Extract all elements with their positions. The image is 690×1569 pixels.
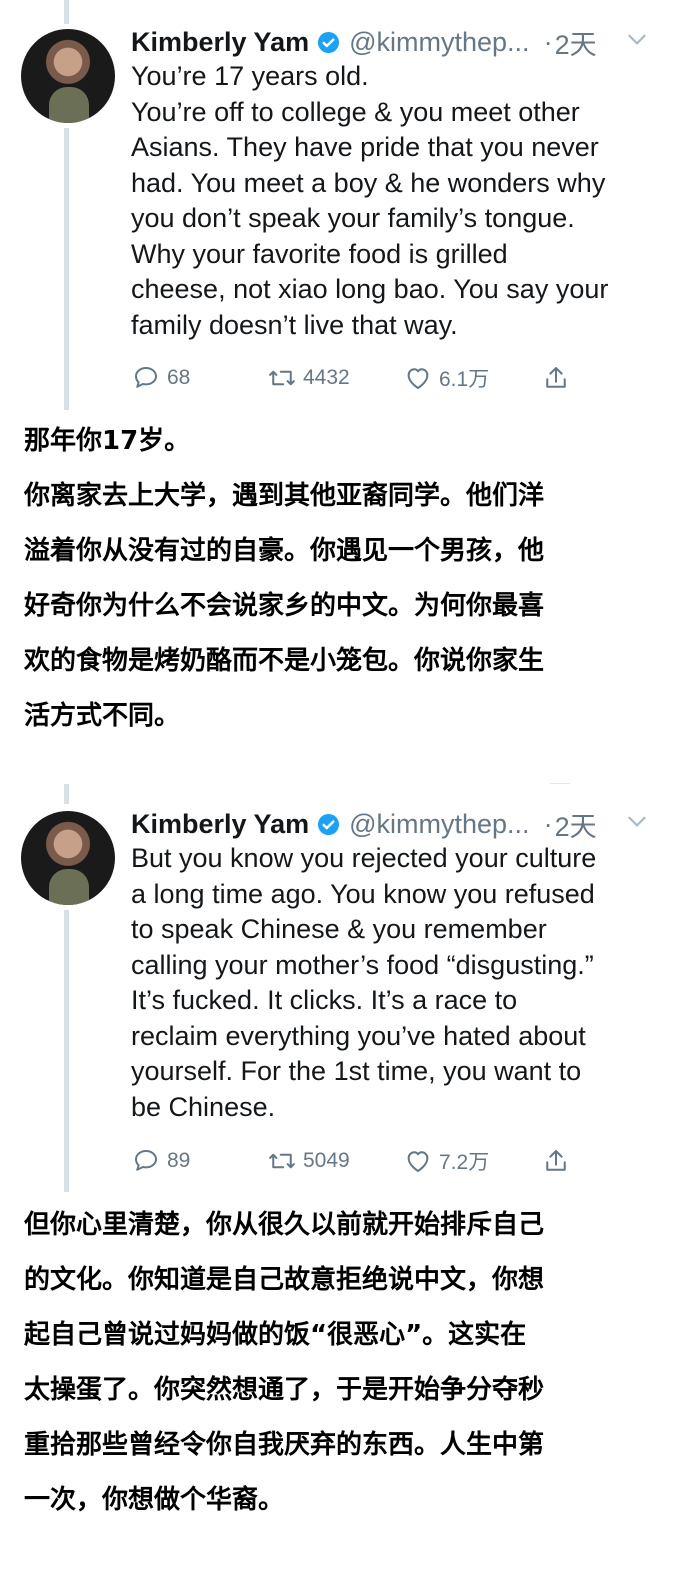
tweet-line: be Chinese. <box>131 1091 276 1122</box>
tweet-line: family doesn’t live that way. <box>131 309 458 340</box>
tweet-line: It’s fucked. It clicks. It’s a race to <box>131 985 518 1015</box>
tweet-line: a long time ago. You know you refused <box>131 878 595 909</box>
retweet-button[interactable]: 5049 <box>267 1146 350 1176</box>
translation-line: 欢的食物是烤奶酪而不是小笼包。你说你家生 <box>24 646 545 676</box>
like-button[interactable]: 7.2万 <box>403 1146 489 1176</box>
tweet-line: reclaim everything you’ve hated about <box>131 1020 586 1051</box>
tweet-line: yourself. For the 1st time, you want to <box>131 1056 582 1086</box>
translation-line: 你离家去上大学，遇到其他亚裔同学。他们洋 <box>24 481 545 511</box>
tweet-line: Why your favorite food is grilled <box>131 238 508 269</box>
translation-block-1: 那年你17岁。 你离家去上大学，遇到其他亚裔同学。他们洋 溢着你从没有过的自豪。… <box>24 414 670 744</box>
translation-line: 一次，你想做个华裔。 <box>24 1485 285 1515</box>
thread-line-bottom <box>64 910 69 1192</box>
chevron-down-icon[interactable] <box>624 26 650 52</box>
verified-badge-icon <box>318 31 340 53</box>
tweet-actions: 68 4432 6.1万 <box>131 359 581 397</box>
tweet-timestamp[interactable]: 2天 <box>555 23 597 62</box>
heart-icon <box>407 368 429 389</box>
translation-block-2: 但你心里清楚，你从很久以前就开始排斥自己 的文化。你知道是自己故意拒绝说中文，你… <box>24 1198 670 1528</box>
translation-line: 重拾那些曾经令你自我厌弃的东西。人生中第 <box>24 1430 545 1460</box>
share-button[interactable] <box>541 1146 571 1176</box>
tweet-text: But you know you rejected your culture a… <box>131 841 661 1125</box>
thread-line-top <box>64 0 69 24</box>
translation-line: 好奇你为什么不会说家乡的中文。为何你最喜 <box>24 591 545 621</box>
thread-line-top <box>64 784 69 804</box>
share-icon <box>546 1150 566 1171</box>
like-count: 6.1万 <box>439 368 490 391</box>
tweet-card-2[interactable]: Kimberly Yam @kimmythep... · 2天 But you … <box>0 784 690 1194</box>
thread-line-bottom <box>64 128 69 410</box>
tweet-line: Asians. They have pride that you never <box>131 132 599 162</box>
reply-icon <box>135 367 157 388</box>
tweet-text: You’re 17 years old. You’re off to colle… <box>131 59 661 343</box>
tweet-line: You’re 17 years old. <box>131 61 369 91</box>
author-name[interactable]: Kimberly Yam <box>131 27 309 58</box>
translation-line: 的文化。你知道是自己故意拒绝说中文，你想 <box>24 1265 545 1295</box>
tweet-line: to speak Chinese & you remember <box>131 914 547 944</box>
heart-icon <box>407 1151 429 1172</box>
translation-line: 活方式不同。 <box>24 701 181 731</box>
translation-line: 起自己曾说过妈妈做的饭“很恶心”。这实在 <box>24 1320 527 1350</box>
chevron-down-icon[interactable] <box>624 808 650 834</box>
translation-line: 但你心里清楚，你从很久以前就开始排斥自己 <box>24 1210 545 1240</box>
tweet-line: had. You meet a boy & he wonders why <box>131 167 606 198</box>
tweet-line: you don’t speak your family’s tongue. <box>131 203 575 233</box>
avatar[interactable] <box>21 29 115 123</box>
author-handle[interactable]: @kimmythep... <box>349 27 529 58</box>
retweet-count: 4432 <box>303 366 350 389</box>
separator-dot: · <box>543 808 553 839</box>
translation-line: 那年你17岁。 <box>24 426 191 456</box>
tweet-line: cheese, not xiao long bao. You say your <box>131 274 609 304</box>
avatar[interactable] <box>21 811 115 905</box>
author-handle[interactable]: @kimmythep... <box>349 809 529 840</box>
tweet-header: Kimberly Yam @kimmythep... · 2天 <box>131 804 650 844</box>
share-button[interactable] <box>541 363 571 393</box>
retweet-button[interactable]: 4432 <box>267 363 350 393</box>
author-name[interactable]: Kimberly Yam <box>131 809 309 840</box>
reply-count: 68 <box>167 366 191 389</box>
tweet-timestamp[interactable]: 2天 <box>555 805 597 844</box>
reply-count: 89 <box>167 1149 191 1172</box>
retweet-icon <box>269 370 295 386</box>
tweet-line: calling your mother’s food “disgusting.” <box>131 949 594 980</box>
retweet-icon <box>269 1153 295 1169</box>
like-button[interactable]: 6.1万 <box>403 363 489 393</box>
reply-icon <box>135 1150 157 1171</box>
verified-badge-icon <box>318 813 340 835</box>
separator-dot: · <box>543 26 553 57</box>
reply-button[interactable]: 89 <box>131 1146 190 1176</box>
tweet-card-1[interactable]: Kimberly Yam @kimmythep... · 2天 You’re 1… <box>0 0 690 410</box>
translation-line: 太操蛋了。你突然想通了，于是开始争分夺秒 <box>24 1375 545 1405</box>
reply-button[interactable]: 68 <box>131 363 190 393</box>
tweet-header: Kimberly Yam @kimmythep... · 2天 <box>131 22 650 62</box>
tweet-line: You’re off to college & you meet other <box>131 96 580 127</box>
translation-line: 溢着你从没有过的自豪。你遇见一个男孩，他 <box>24 536 545 566</box>
share-icon <box>546 367 566 388</box>
like-count: 7.2万 <box>439 1151 490 1174</box>
tweet-line: But you know you rejected your culture <box>131 843 597 873</box>
retweet-count: 5049 <box>303 1149 350 1172</box>
tweet-actions: 89 5049 7.2万 <box>131 1142 581 1180</box>
